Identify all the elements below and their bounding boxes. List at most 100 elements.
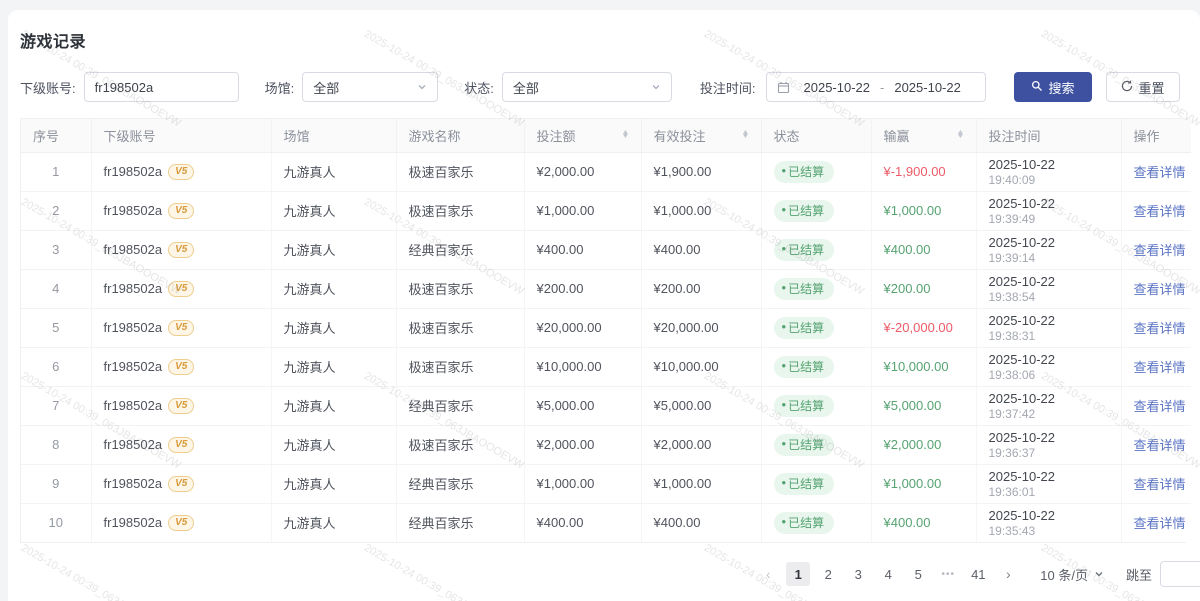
search-button[interactable]: 搜索 (1014, 72, 1092, 102)
page-number-41[interactable]: 41 (966, 562, 990, 586)
page-title: 游戏记录 (20, 28, 1186, 52)
date-range-picker[interactable]: 2025-10-22 - 2025-10-22 (766, 72, 986, 102)
cell-game-name: 经典百家乐 (396, 503, 524, 542)
winloss-value: ¥200.00 (884, 281, 931, 296)
cell-bet-amount: ¥20,000.00 (524, 308, 641, 347)
venue-select[interactable]: 全部 (302, 72, 438, 102)
view-details-link[interactable]: 查看详情 (1134, 282, 1186, 297)
vip-level-badge: V5 (168, 242, 194, 258)
cell-bet-amount: ¥200.00 (524, 269, 641, 308)
cell-venue: 九游真人 (271, 152, 396, 191)
page-number-1[interactable]: 1 (786, 562, 810, 586)
account-name: fr198502a (104, 242, 163, 257)
cell-index: 7 (21, 386, 91, 425)
cell-venue: 九游真人 (271, 464, 396, 503)
column-header-8[interactable]: 输赢▲▼ (871, 119, 976, 152)
page-number-4[interactable]: 4 (876, 562, 900, 586)
chevron-down-icon (651, 80, 661, 95)
chevron-down-icon (417, 80, 427, 95)
cell-action: 查看详情 (1121, 230, 1191, 269)
cell-winloss: ¥400.00 (871, 503, 976, 542)
cell-index: 8 (21, 425, 91, 464)
view-details-link[interactable]: 查看详情 (1134, 204, 1186, 219)
vip-level-badge: V5 (168, 437, 194, 453)
view-details-link[interactable]: 查看详情 (1134, 399, 1186, 414)
jump-to-input[interactable] (1160, 561, 1200, 587)
column-label: 状态 (774, 126, 800, 145)
account-input[interactable] (84, 72, 239, 102)
bet-date: 2025-10-22 (989, 157, 1109, 173)
prev-page-icon[interactable]: ‹ (756, 562, 780, 586)
view-details-link[interactable]: 查看详情 (1134, 516, 1186, 531)
cell-valid-bet: ¥400.00 (641, 503, 761, 542)
cell-account: fr198502aV5 (91, 425, 271, 464)
date-end-value: 2025-10-22 (894, 80, 961, 95)
winloss-value: ¥-1,900.00 (884, 164, 946, 179)
cell-venue: 九游真人 (271, 230, 396, 269)
column-label: 序号 (33, 126, 59, 145)
table-header-row: 序号下级账号场馆游戏名称投注额▲▼有效投注▲▼状态输赢▲▼投注时间操作 (21, 119, 1191, 152)
cell-bet-time: 2025-10-2219:38:31 (976, 308, 1121, 347)
bet-time: 19:37:42 (989, 407, 1109, 421)
cell-account: fr198502aV5 (91, 191, 271, 230)
view-details-link[interactable]: 查看详情 (1134, 438, 1186, 453)
cell-bet-amount: ¥1,000.00 (524, 191, 641, 230)
page-number-2[interactable]: 2 (816, 562, 840, 586)
sort-icon[interactable]: ▲▼ (742, 131, 749, 139)
cell-index: 3 (21, 230, 91, 269)
cell-venue: 九游真人 (271, 308, 396, 347)
table-row: 4fr198502aV5九游真人极速百家乐¥200.00¥200.00•已结算¥… (21, 269, 1191, 308)
table-row: 3fr198502aV5九游真人经典百家乐¥400.00¥400.00•已结算¥… (21, 230, 1191, 269)
cell-valid-bet: ¥1,000.00 (641, 191, 761, 230)
column-header-5[interactable]: 投注额▲▼ (524, 119, 641, 152)
status-badge: •已结算 (774, 395, 835, 417)
view-details-link[interactable]: 查看详情 (1134, 243, 1186, 258)
page-ellipsis[interactable]: ••• (936, 562, 960, 586)
view-details-link[interactable]: 查看详情 (1134, 321, 1186, 336)
sort-icon[interactable]: ▲▼ (957, 131, 964, 139)
vip-level-badge: V5 (168, 164, 194, 180)
bet-time: 19:36:37 (989, 446, 1109, 460)
cell-winloss: ¥5,000.00 (871, 386, 976, 425)
reset-button[interactable]: 重置 (1106, 72, 1180, 102)
cell-venue: 九游真人 (271, 503, 396, 542)
vip-level-badge: V5 (168, 203, 194, 219)
column-header-4: 游戏名称 (396, 119, 524, 152)
view-details-link[interactable]: 查看详情 (1134, 360, 1186, 375)
status-badge: •已结算 (774, 161, 835, 183)
cell-index: 10 (21, 503, 91, 542)
view-details-link[interactable]: 查看详情 (1134, 165, 1186, 180)
date-separator: - (880, 80, 884, 95)
next-page-icon[interactable]: › (996, 562, 1020, 586)
cell-valid-bet: ¥5,000.00 (641, 386, 761, 425)
page-number-3[interactable]: 3 (846, 562, 870, 586)
cell-bet-time: 2025-10-2219:36:37 (976, 425, 1121, 464)
account-name: fr198502a (104, 398, 163, 413)
venue-selected-value: 全部 (313, 78, 339, 97)
status-badge: •已结算 (774, 239, 835, 261)
vip-level-badge: V5 (168, 515, 194, 531)
bet-date: 2025-10-22 (989, 274, 1109, 290)
winloss-value: ¥400.00 (884, 515, 931, 530)
page-number-list: 12345•••41 (786, 562, 990, 586)
filter-bar: 下级账号: 场馆: 全部 状态: 全部 (20, 72, 1186, 102)
winloss-value: ¥1,000.00 (884, 203, 942, 218)
cell-venue: 九游真人 (271, 386, 396, 425)
view-details-link[interactable]: 查看详情 (1134, 477, 1186, 492)
jump-to-group: 跳至 (1126, 561, 1186, 587)
column-label: 游戏名称 (409, 126, 461, 145)
page-number-5[interactable]: 5 (906, 562, 930, 586)
cell-bet-time: 2025-10-2219:40:09 (976, 152, 1121, 191)
cell-valid-bet: ¥1,900.00 (641, 152, 761, 191)
page-size-select[interactable]: 10 条/页 (1040, 565, 1104, 584)
cell-bet-time: 2025-10-2219:38:54 (976, 269, 1121, 308)
column-header-6[interactable]: 有效投注▲▼ (641, 119, 761, 152)
status-select[interactable]: 全部 (502, 72, 672, 102)
cell-status: •已结算 (761, 347, 871, 386)
cell-account: fr198502aV5 (91, 152, 271, 191)
sort-icon[interactable]: ▲▼ (622, 131, 629, 139)
bet-date: 2025-10-22 (989, 391, 1109, 407)
bet-date: 2025-10-22 (989, 196, 1109, 212)
bet-date: 2025-10-22 (989, 313, 1109, 329)
cell-bet-amount: ¥400.00 (524, 503, 641, 542)
